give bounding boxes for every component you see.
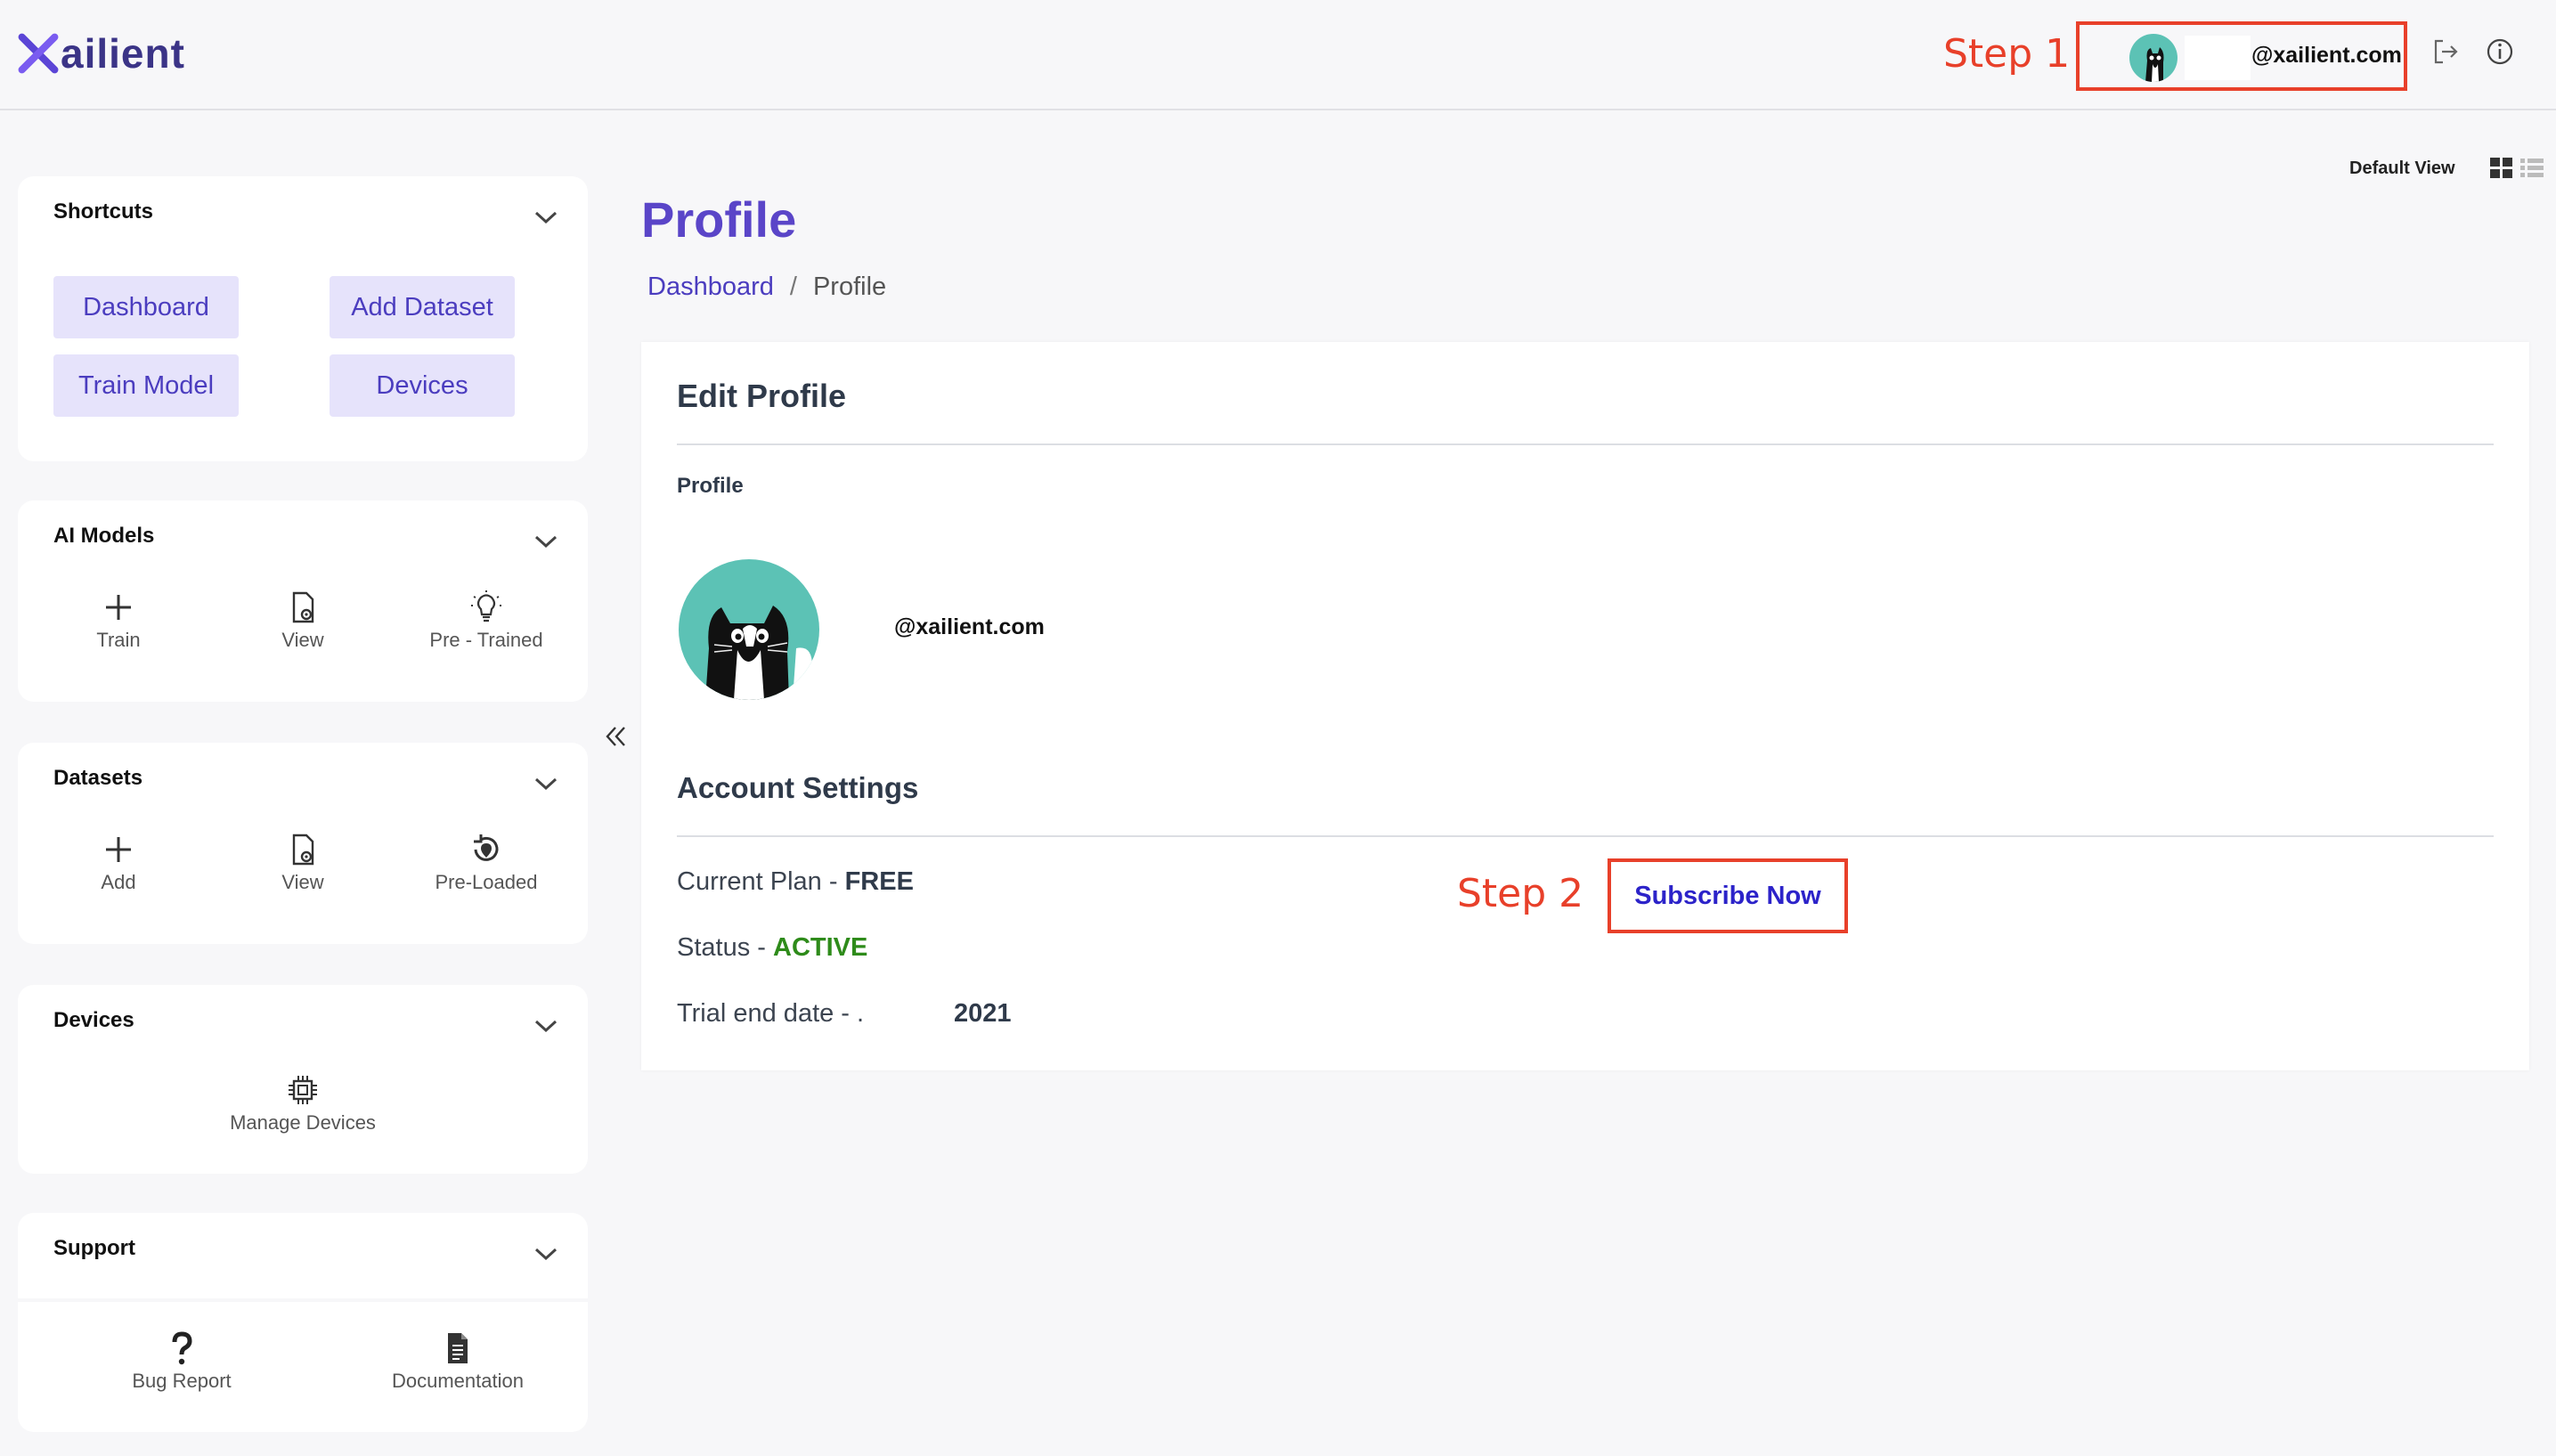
current-plan-value: FREE: [844, 867, 914, 896]
app-logo[interactable]: ailient: [18, 27, 185, 80]
bug-report-item[interactable]: Bug Report: [93, 1330, 271, 1393]
datasets-add-item[interactable]: Add: [29, 832, 208, 894]
edit-profile-panel: Edit Profile Profile @xailient.com Accou…: [641, 342, 2529, 1070]
profile-email: @xailient.com: [894, 614, 1045, 639]
trial-end-row: Trial end date - .: [677, 999, 864, 1029]
shortcut-add-dataset-button[interactable]: Add Dataset: [330, 276, 515, 338]
step2-annotation: Step 2: [1457, 871, 1584, 916]
redacted-name: [2185, 36, 2251, 80]
file-view-icon: [292, 834, 314, 866]
refresh-location-icon: [474, 834, 499, 861]
question-mark-icon: [172, 1331, 192, 1365]
ai-models-card: AI Models Train View Pre - Trained: [18, 500, 588, 702]
chevron-down-icon[interactable]: [533, 533, 559, 550]
profile-avatar[interactable]: [679, 559, 819, 700]
manage-devices-label: Manage Devices: [230, 1111, 376, 1134]
current-plan-row: Current Plan - FREE: [677, 867, 914, 897]
ai-models-title: AI Models: [53, 524, 155, 548]
list-view-icon[interactable]: [2519, 157, 2544, 180]
trial-end-value: 2021: [954, 999, 1012, 1028]
subscribe-now-button[interactable]: Subscribe Now: [1608, 858, 1848, 933]
devices-card: Devices Manage Devices: [18, 985, 588, 1174]
divider: [677, 835, 2494, 837]
devices-title: Devices: [53, 1008, 134, 1032]
support-items-card: Bug Report Documentation: [18, 1302, 588, 1432]
chevron-down-icon[interactable]: [533, 208, 559, 226]
profile-section-label: Profile: [677, 474, 744, 498]
double-chevron-left-icon[interactable]: [602, 723, 631, 750]
chip-icon: [289, 1076, 317, 1104]
ai-models-train-label: Train: [96, 629, 141, 651]
breadcrumb: Dashboard / Profile: [647, 272, 886, 302]
divider: [677, 443, 2494, 445]
current-plan-label: Current Plan -: [677, 867, 845, 896]
ai-models-train-item[interactable]: Train: [29, 590, 208, 652]
ai-models-pretrained-label: Pre - Trained: [429, 629, 543, 651]
page-title: Profile: [641, 191, 797, 248]
logo-text: ailient: [61, 30, 185, 77]
file-view-icon: [292, 591, 314, 623]
documentation-label: Documentation: [392, 1370, 524, 1392]
datasets-view-item[interactable]: View: [214, 832, 392, 894]
datasets-add-label: Add: [101, 871, 136, 893]
plus-icon: [106, 837, 131, 862]
info-icon[interactable]: [2484, 36, 2516, 68]
default-view-label[interactable]: Default View: [2349, 159, 2455, 179]
user-menu[interactable]: @xailient.com: [2076, 21, 2407, 91]
bug-report-label: Bug Report: [132, 1370, 232, 1392]
datasets-preloaded-item[interactable]: Pre-Loaded: [397, 832, 575, 894]
shortcut-devices-button[interactable]: Devices: [330, 354, 515, 417]
user-email: @xailient.com: [2251, 43, 2402, 68]
trial-end-label: Trial end date - .: [677, 999, 865, 1028]
support-title: Support: [53, 1236, 135, 1260]
manage-devices-item[interactable]: Manage Devices: [214, 1072, 392, 1135]
cat-avatar-icon: [2145, 47, 2164, 82]
grid-view-icon[interactable]: [2489, 157, 2514, 180]
status-row: Status - ACTIVE: [677, 933, 867, 963]
datasets-card: Datasets Add View Pre-Loaded: [18, 743, 588, 944]
ai-models-view-label: View: [281, 629, 324, 651]
logout-icon[interactable]: [2430, 36, 2462, 68]
documentation-item[interactable]: Documentation: [369, 1330, 547, 1393]
chevron-down-icon[interactable]: [533, 1017, 559, 1035]
view-toggle: Default View: [2349, 155, 2544, 182]
breadcrumb-dashboard-link[interactable]: Dashboard: [647, 272, 774, 302]
status-value: ACTIVE: [773, 933, 868, 962]
ai-models-view-item[interactable]: View: [214, 590, 392, 652]
ai-models-pretrained-item[interactable]: Pre - Trained: [397, 590, 575, 652]
top-header: ailient Step 1 @xailient.com: [0, 0, 2556, 110]
support-card: Support: [18, 1213, 588, 1298]
shortcut-dashboard-button[interactable]: Dashboard: [53, 276, 239, 338]
account-settings-title: Account Settings: [677, 771, 919, 804]
step1-annotation: Step 1: [1943, 31, 2071, 77]
shortcut-train-model-button[interactable]: Train Model: [53, 354, 239, 417]
cat-avatar-icon: [705, 606, 812, 700]
user-avatar: [2129, 34, 2177, 82]
status-label: Status -: [677, 933, 773, 962]
chevron-down-icon[interactable]: [533, 775, 559, 793]
datasets-preloaded-label: Pre-Loaded: [435, 871, 538, 893]
datasets-view-label: View: [281, 871, 324, 893]
breadcrumb-current: Profile: [812, 272, 887, 301]
shortcuts-title: Shortcuts: [53, 199, 154, 224]
document-icon: [448, 1333, 468, 1363]
plus-icon: [106, 595, 131, 620]
shortcuts-card: Shortcuts Dashboard Add Dataset Train Mo…: [18, 176, 588, 461]
breadcrumb-separator: /: [789, 272, 797, 301]
chevron-down-icon[interactable]: [533, 1245, 559, 1263]
datasets-title: Datasets: [53, 766, 143, 790]
lightbulb-icon: [471, 590, 501, 622]
edit-profile-title: Edit Profile: [677, 378, 847, 414]
logo-x-icon: [18, 33, 59, 74]
